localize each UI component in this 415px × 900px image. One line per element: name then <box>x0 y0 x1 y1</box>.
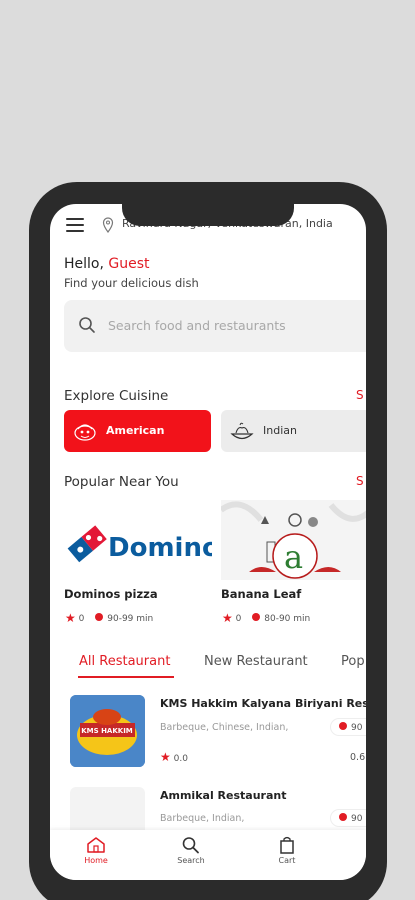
nav-home-label: Home <box>84 856 108 865</box>
time-dot-icon <box>339 722 347 730</box>
indian-cuisine-icon <box>230 422 254 440</box>
search-placeholder[interactable]: Search food and restaurants <box>108 318 286 333</box>
star-icon: ★ <box>160 750 171 764</box>
nav-search[interactable]: Search <box>161 836 221 865</box>
phone-notch <box>122 196 294 226</box>
american-cuisine-icon <box>74 424 96 441</box>
nav-cart-label: Cart <box>278 856 296 865</box>
greeting-subtitle: Find your delicious dish <box>64 276 199 290</box>
restaurant-rating: ★ 0.0 <box>160 750 188 764</box>
home-icon <box>87 837 105 853</box>
rating-value: 0 <box>235 614 242 624</box>
delivery-time: 80-90 min <box>264 614 311 624</box>
greeting: Hello, Guest <box>64 256 150 272</box>
banana-leaf-logo: a <box>219 500 366 580</box>
banana-leaf-logo-image[interactable]: a <box>219 500 366 580</box>
time-dot-icon <box>339 813 347 821</box>
popular-restaurant-meta: ★ 0 90-99 min <box>65 610 154 625</box>
rating-value: 0.0 <box>173 754 188 764</box>
location-pin-icon <box>102 217 114 233</box>
time-dot-icon <box>95 613 104 621</box>
delivery-time-badge: 90 <box>330 809 366 827</box>
time-dot-icon <box>252 613 261 621</box>
delivery-time: 90-99 min <box>107 614 154 624</box>
popular-see-all-link[interactable]: S <box>356 474 364 488</box>
shopping-bag-icon <box>280 836 294 854</box>
bottom-navigation: Home Search Cart <box>50 830 366 880</box>
delivery-time-badge: 90 <box>330 718 366 736</box>
nav-cart[interactable]: Cart <box>257 836 317 865</box>
search-icon <box>182 837 199 854</box>
restaurant-tabs: All Restaurant New Restaurant Pop <box>50 648 366 678</box>
kms-hakkim-logo: KMS HAKKIM <box>70 695 145 767</box>
svg-text:a: a <box>284 538 303 576</box>
dominos-logo: Domino <box>67 525 220 563</box>
restaurant-cuisine: Barbeque, Indian, <box>160 813 245 824</box>
greeting-user-name: Guest <box>108 256 150 272</box>
tab-popular[interactable]: Pop <box>341 654 365 669</box>
tab-new-restaurant[interactable]: New Restaurant <box>204 654 308 669</box>
restaurant-distance: 0.6 <box>350 752 366 763</box>
search-bar[interactable]: Search food and restaurants <box>64 300 366 352</box>
kms-hakkim-logo-text: KMS HAKKIM <box>81 727 133 735</box>
cuisine-chip-label: Indian <box>263 424 297 437</box>
cuisine-chip-indian[interactable]: Indian <box>221 410 366 452</box>
cuisine-chip-label: American <box>106 424 165 437</box>
delivery-time: 90 <box>351 814 363 824</box>
popular-restaurant-name[interactable]: Banana Leaf <box>221 587 301 601</box>
star-icon: ★ <box>222 611 233 625</box>
nav-home[interactable]: Home <box>66 836 126 865</box>
restaurant-name[interactable]: KMS Hakkim Kalyana Biriyani Restau <box>160 697 366 710</box>
dominos-logo-text: Domino <box>108 533 212 563</box>
tab-all-restaurant[interactable]: All Restaurant <box>79 654 170 669</box>
cuisine-see-all-link[interactable]: S <box>356 388 364 402</box>
nav-search-label: Search <box>177 856 205 865</box>
hamburger-menu-icon[interactable] <box>66 218 84 232</box>
active-tab-indicator <box>78 676 174 678</box>
cuisine-chip-american[interactable]: American <box>64 410 211 452</box>
app-screen: Ravindra Nagar, Venkateswaran, India Hel… <box>50 204 366 880</box>
dominos-logo-image[interactable]: Domino <box>64 500 220 580</box>
popular-near-you-title: Popular Near You <box>64 474 179 490</box>
rating-value: 0 <box>78 614 85 624</box>
restaurant-cuisine: Barbeque, Chinese, Indian, <box>160 722 289 733</box>
delivery-time: 90 <box>351 723 363 733</box>
restaurant-thumbnail[interactable]: KMS HAKKIM <box>70 695 145 767</box>
popular-restaurant-meta: ★ 0 80-90 min <box>222 610 311 625</box>
greeting-hello: Hello, <box>64 256 104 272</box>
restaurant-name[interactable]: Ammikal Restaurant <box>160 789 286 802</box>
search-icon <box>79 317 95 333</box>
star-icon: ★ <box>65 611 76 625</box>
explore-cuisine-title: Explore Cuisine <box>64 388 169 404</box>
popular-restaurant-name[interactable]: Dominos pizza <box>64 587 158 601</box>
